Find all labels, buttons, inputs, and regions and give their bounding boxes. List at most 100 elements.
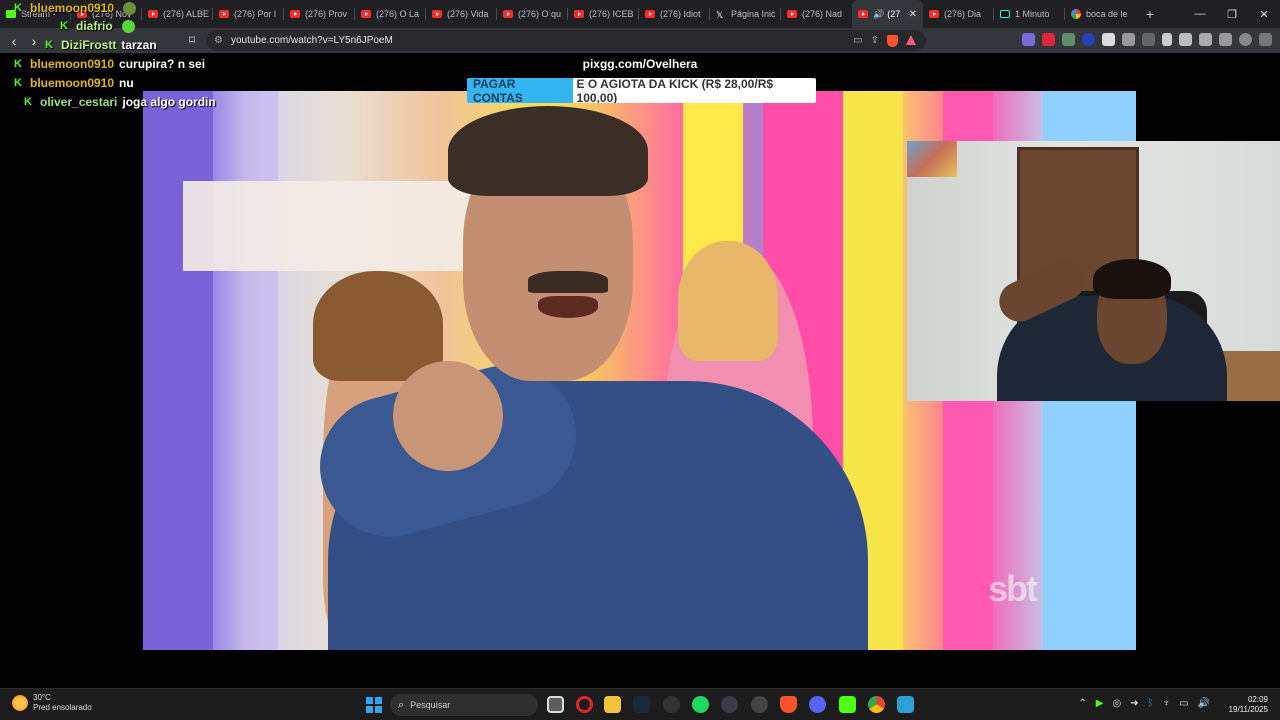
tab-7[interactable]: (276) O qu (497, 0, 568, 28)
leo-ai-icon[interactable] (1219, 33, 1232, 46)
vpn-icon[interactable] (1239, 33, 1252, 46)
youtube-icon (290, 10, 300, 18)
brave-icon[interactable] (780, 696, 797, 713)
microphone-icon[interactable]: ♆ (1163, 698, 1171, 709)
chat-message: K bluemoon0910 curupira? n sei (14, 57, 205, 71)
back-arrow-icon[interactable]: ‹ (4, 30, 24, 52)
emote-icon (123, 1, 137, 15)
minimize-button[interactable]: — (1184, 0, 1216, 28)
close-window-button[interactable]: ✕ (1248, 0, 1280, 28)
tiktok-icon (1000, 10, 1010, 18)
tab-5[interactable]: (276) O La (355, 0, 426, 28)
brave-rewards-icon[interactable] (906, 34, 916, 45)
chat-message: K bluemoon0910 nu (14, 76, 134, 90)
wallet-icon[interactable] (1199, 33, 1212, 46)
sidebar-icon[interactable] (1179, 33, 1192, 46)
extension-icon[interactable] (1142, 33, 1155, 46)
clock[interactable]: 02:09 19/11/2025 (1229, 695, 1268, 715)
tab-8[interactable]: (276) ICEB (568, 0, 639, 28)
tray-app-icon[interactable]: ➜ (1130, 698, 1138, 709)
tab-label: boca de le (1086, 9, 1128, 19)
tab-label: (276) Prov (305, 9, 348, 19)
host-mustache (528, 271, 608, 293)
speaker-icon: 🔊 (873, 8, 885, 19)
tab-4[interactable]: (276) Prov (284, 0, 355, 28)
tab-3[interactable]: (276) Por l (213, 0, 284, 28)
banner-highlight: PAGAR CONTAS (467, 78, 573, 103)
windows-start-icon[interactable] (366, 697, 382, 713)
address-bar[interactable]: ⚙ youtube.com/watch?v=LY5n6JPoeM ▭ ⇪ (206, 30, 926, 51)
youtube-icon (929, 10, 939, 18)
steam-icon[interactable] (633, 696, 650, 713)
brave-shield-icon[interactable] (887, 34, 898, 47)
channel-logo: sbt (988, 568, 1038, 609)
youtube-icon (148, 10, 158, 18)
cast-icon[interactable]: ▭ (853, 35, 862, 47)
tab-15[interactable]: boca de le (1065, 0, 1136, 28)
tab-2[interactable]: (276) ALBE (142, 0, 213, 28)
date: 19/11/2025 (1228, 705, 1268, 714)
tab-13[interactable]: (276) Dia (923, 0, 994, 28)
tab-6[interactable]: (276) Vida (426, 0, 497, 28)
display-icon[interactable]: ▭ (1179, 698, 1188, 709)
chat-username: bluemoon0910 (30, 57, 115, 71)
volume-icon[interactable]: 🔊 (1198, 698, 1210, 709)
tab-12-active[interactable]: 🔊 (27 ✕ (852, 0, 923, 28)
maximize-button[interactable]: ❐ (1216, 0, 1248, 28)
tab-label: (27 (887, 9, 901, 19)
chevron-up-icon[interactable]: ⌃ (1078, 698, 1086, 709)
chat-message: K oliver_cestari joga algo gordin (24, 95, 216, 109)
new-tab-button[interactable]: + (1136, 0, 1164, 28)
share-icon[interactable]: ⇪ (871, 35, 879, 47)
taskbar-search[interactable]: ⌕ Pesquisar (390, 694, 538, 716)
tab-label: (276) O La (376, 9, 420, 19)
media-icon[interactable] (1162, 33, 1172, 46)
app-icon[interactable] (663, 696, 680, 713)
tab-14[interactable]: 1 Minuto (994, 0, 1065, 28)
search-icon: ⌕ (398, 698, 405, 711)
tab-label: (276) ALBE (163, 9, 210, 19)
extension-icon[interactable] (1042, 33, 1055, 46)
menu-icon[interactable] (1259, 33, 1272, 46)
chrome-icon[interactable] (868, 696, 885, 713)
spotify-icon[interactable] (692, 696, 709, 713)
chat-text: tarzan (121, 38, 157, 52)
chat-text: curupira? n sei (119, 57, 206, 71)
wall-painting (907, 141, 957, 177)
youtube-icon (645, 10, 655, 18)
kick-app-icon[interactable] (839, 696, 856, 713)
bluetooth-icon[interactable]: ᛒ (1148, 698, 1154, 709)
extension-icon[interactable] (1022, 33, 1035, 46)
chat-username: oliver_cestari (40, 95, 118, 109)
weather-widget[interactable]: 30°C Pred ensolarado (12, 693, 92, 713)
host-hand (393, 361, 503, 471)
youtube-icon (858, 10, 868, 18)
opera-icon[interactable] (576, 696, 593, 713)
tray-app-icon[interactable]: ◎ (1112, 698, 1121, 709)
system-tray: ⌃ ▶ ◎ ➜ ᛒ ♆ ▭ 🔊 (1078, 698, 1210, 709)
puzzle-icon[interactable] (1122, 33, 1135, 46)
site-info-icon[interactable]: ⚙ (214, 35, 223, 46)
tab-10[interactable]: 𝕏 Página Inic (710, 0, 781, 28)
forward-arrow-icon[interactable]: › (24, 30, 44, 52)
task-view-icon[interactable] (547, 696, 564, 713)
tab-11[interactable]: (276) Nad (781, 0, 852, 28)
app-icon[interactable] (751, 696, 768, 713)
youtube-icon (574, 10, 584, 18)
extension-icons (1022, 33, 1272, 46)
close-tab-icon[interactable]: ✕ (909, 9, 917, 20)
extension-icon[interactable] (1062, 33, 1075, 46)
chat-username: bluemoon0910 (30, 1, 115, 15)
discord-icon[interactable] (809, 696, 826, 713)
dancer-right-hair (678, 241, 778, 361)
donation-site-label: pixgg.com/Ovelhera (582, 57, 698, 71)
notepad-icon[interactable] (897, 696, 914, 713)
extension-icon[interactable] (1082, 33, 1095, 46)
play-icon[interactable]: ▶ (1096, 698, 1104, 709)
extension-icon[interactable] (1102, 33, 1115, 46)
bookmark-icon[interactable]: ⌑ (184, 31, 200, 49)
tab-9[interactable]: (276) Idiot (639, 0, 710, 28)
app-icon[interactable] (721, 696, 738, 713)
file-explorer-icon[interactable] (604, 696, 621, 713)
chat-message: K bluemoon0910 (14, 1, 137, 15)
